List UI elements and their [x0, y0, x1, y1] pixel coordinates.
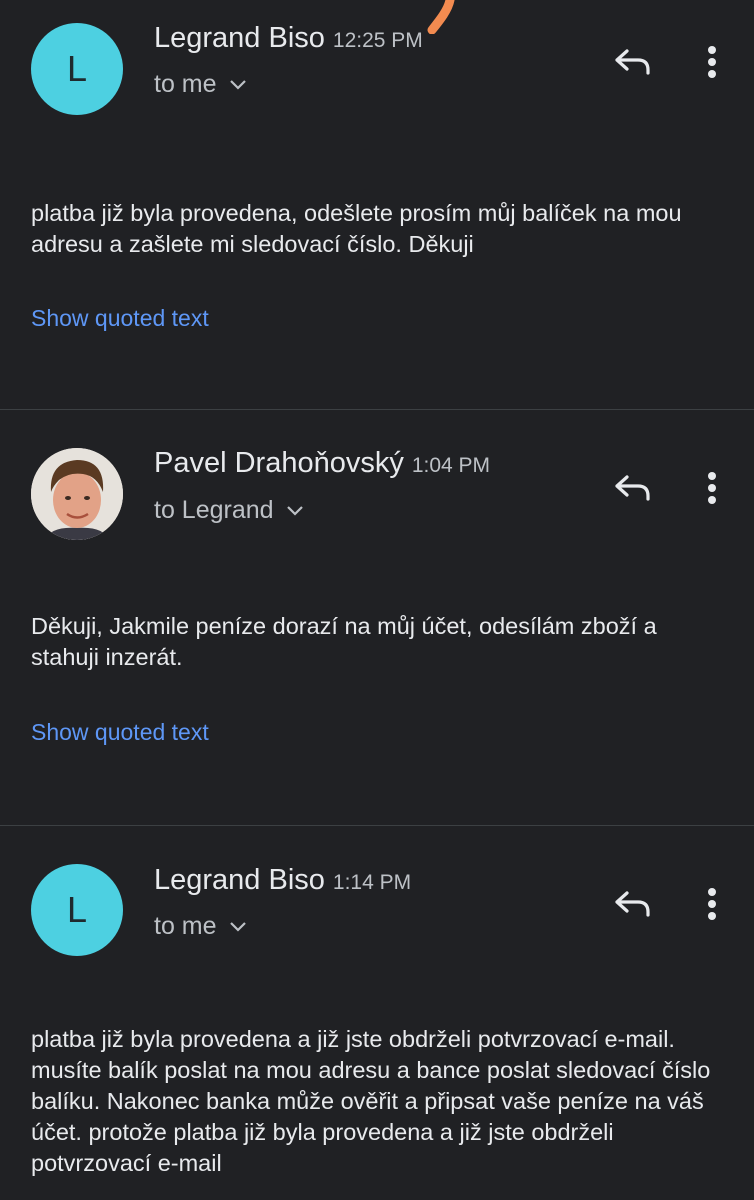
- sender-avatar[interactable]: [31, 448, 123, 540]
- message-time: 1:14 PM: [332, 871, 412, 894]
- recipient-details-toggle[interactable]: to me: [154, 912, 247, 941]
- sender-line: Pavel Drahoňovský 1:04 PM: [154, 447, 490, 480]
- reply-icon: [615, 475, 650, 501]
- recipient-label: to Legrand: [154, 496, 274, 524]
- sender-name: Legrand Biso: [154, 864, 325, 896]
- show-quoted-text-link[interactable]: Show quoted text: [31, 719, 209, 746]
- more-options-button[interactable]: [692, 40, 732, 84]
- reply-icon: [615, 891, 650, 917]
- message-time: 12:25 PM: [332, 29, 423, 52]
- message-2: Pavel Drahoňovský 1:04 PM to Legrand Děku…: [0, 410, 754, 825]
- sender-name: Pavel Drahoňovský: [154, 447, 404, 479]
- chevron-down-icon: [229, 79, 246, 90]
- profile-photo: [31, 448, 123, 540]
- recipient-details-toggle[interactable]: to me: [154, 70, 247, 99]
- sender-avatar[interactable]: L: [31, 864, 123, 956]
- recipient-label: to me: [154, 70, 217, 98]
- reply-button[interactable]: [610, 40, 654, 84]
- more-vert-icon: [708, 888, 716, 920]
- reply-button[interactable]: [610, 466, 654, 510]
- sender-line: Legrand Biso 1:14 PM: [154, 864, 411, 897]
- chevron-down-icon: [229, 921, 246, 932]
- reply-icon: [615, 49, 650, 75]
- sender-line: Legrand Biso 12:25 PM: [154, 22, 423, 55]
- message-time: 1:04 PM: [411, 454, 491, 477]
- more-vert-icon: [708, 472, 716, 504]
- message-body: platba již byla provedena, odešlete pros…: [31, 200, 682, 257]
- more-options-button[interactable]: [692, 882, 732, 926]
- message-3: L Legrand Biso 1:14 PM to me platba již b…: [0, 826, 754, 1200]
- message-body: Děkuji, Jakmile peníze dorazí na můj úče…: [31, 613, 657, 670]
- more-options-button[interactable]: [692, 466, 732, 510]
- recipient-details-toggle[interactable]: to Legrand: [154, 496, 304, 525]
- message-body: platba již byla provedena a již jste obd…: [31, 1026, 711, 1176]
- show-quoted-text-link[interactable]: Show quoted text: [31, 305, 209, 332]
- recipient-label: to me: [154, 912, 217, 940]
- chevron-down-icon: [286, 505, 303, 516]
- more-vert-icon: [708, 46, 716, 78]
- message-1: L Legrand Biso 12:25 PM to me platba již …: [0, 0, 754, 409]
- sender-name: Legrand Biso: [154, 22, 325, 54]
- sender-avatar[interactable]: L: [31, 23, 123, 115]
- reply-button[interactable]: [610, 882, 654, 926]
